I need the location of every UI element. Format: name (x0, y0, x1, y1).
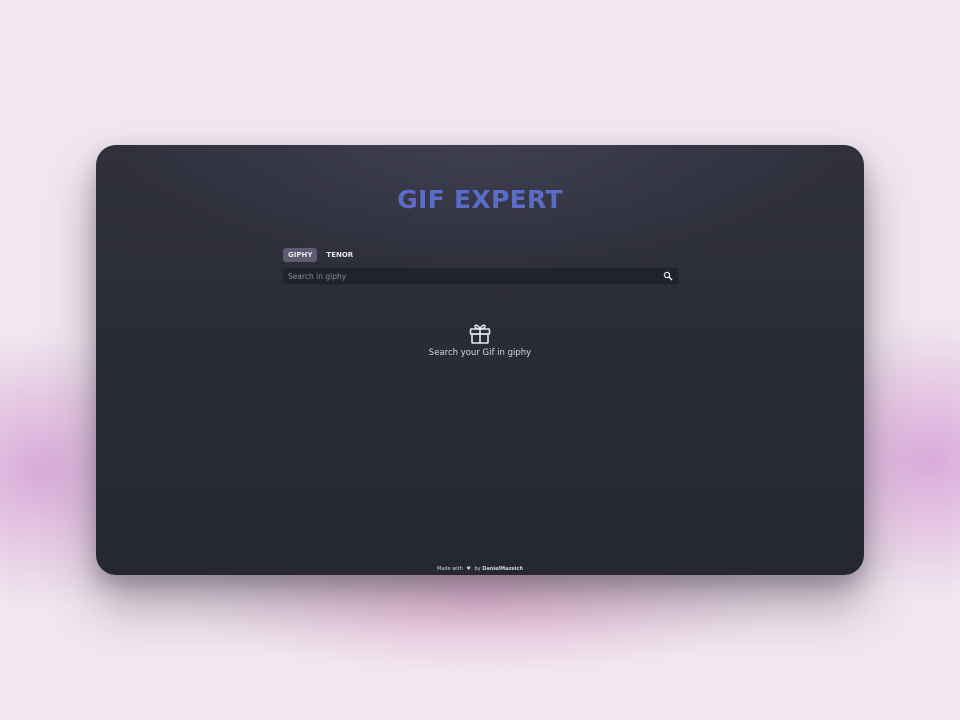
search-bar (283, 268, 679, 284)
heart-icon: ♥ (466, 566, 471, 572)
footer-author-link[interactable]: DanielMazeich (482, 566, 523, 572)
provider-tabs: GIPHY TENOR (283, 248, 358, 262)
app-window: GIF EXPERT GIPHY TENOR Search your Gif i… (96, 145, 864, 575)
footer-by: by (474, 566, 481, 572)
footer-prefix: Made with (436, 566, 463, 572)
search-icon[interactable] (663, 271, 673, 281)
empty-state-message: Search your Gif in giphy (428, 348, 532, 358)
app-title: GIF EXPERT (397, 185, 563, 214)
gift-icon (469, 324, 491, 344)
search-input[interactable] (283, 268, 658, 284)
tab-giphy[interactable]: GIPHY (283, 248, 318, 262)
tab-tenor[interactable]: TENOR (321, 248, 358, 262)
empty-state: Search your Gif in giphy (96, 320, 864, 358)
footer: Made with ♥ by DanielMazeich (96, 566, 864, 572)
